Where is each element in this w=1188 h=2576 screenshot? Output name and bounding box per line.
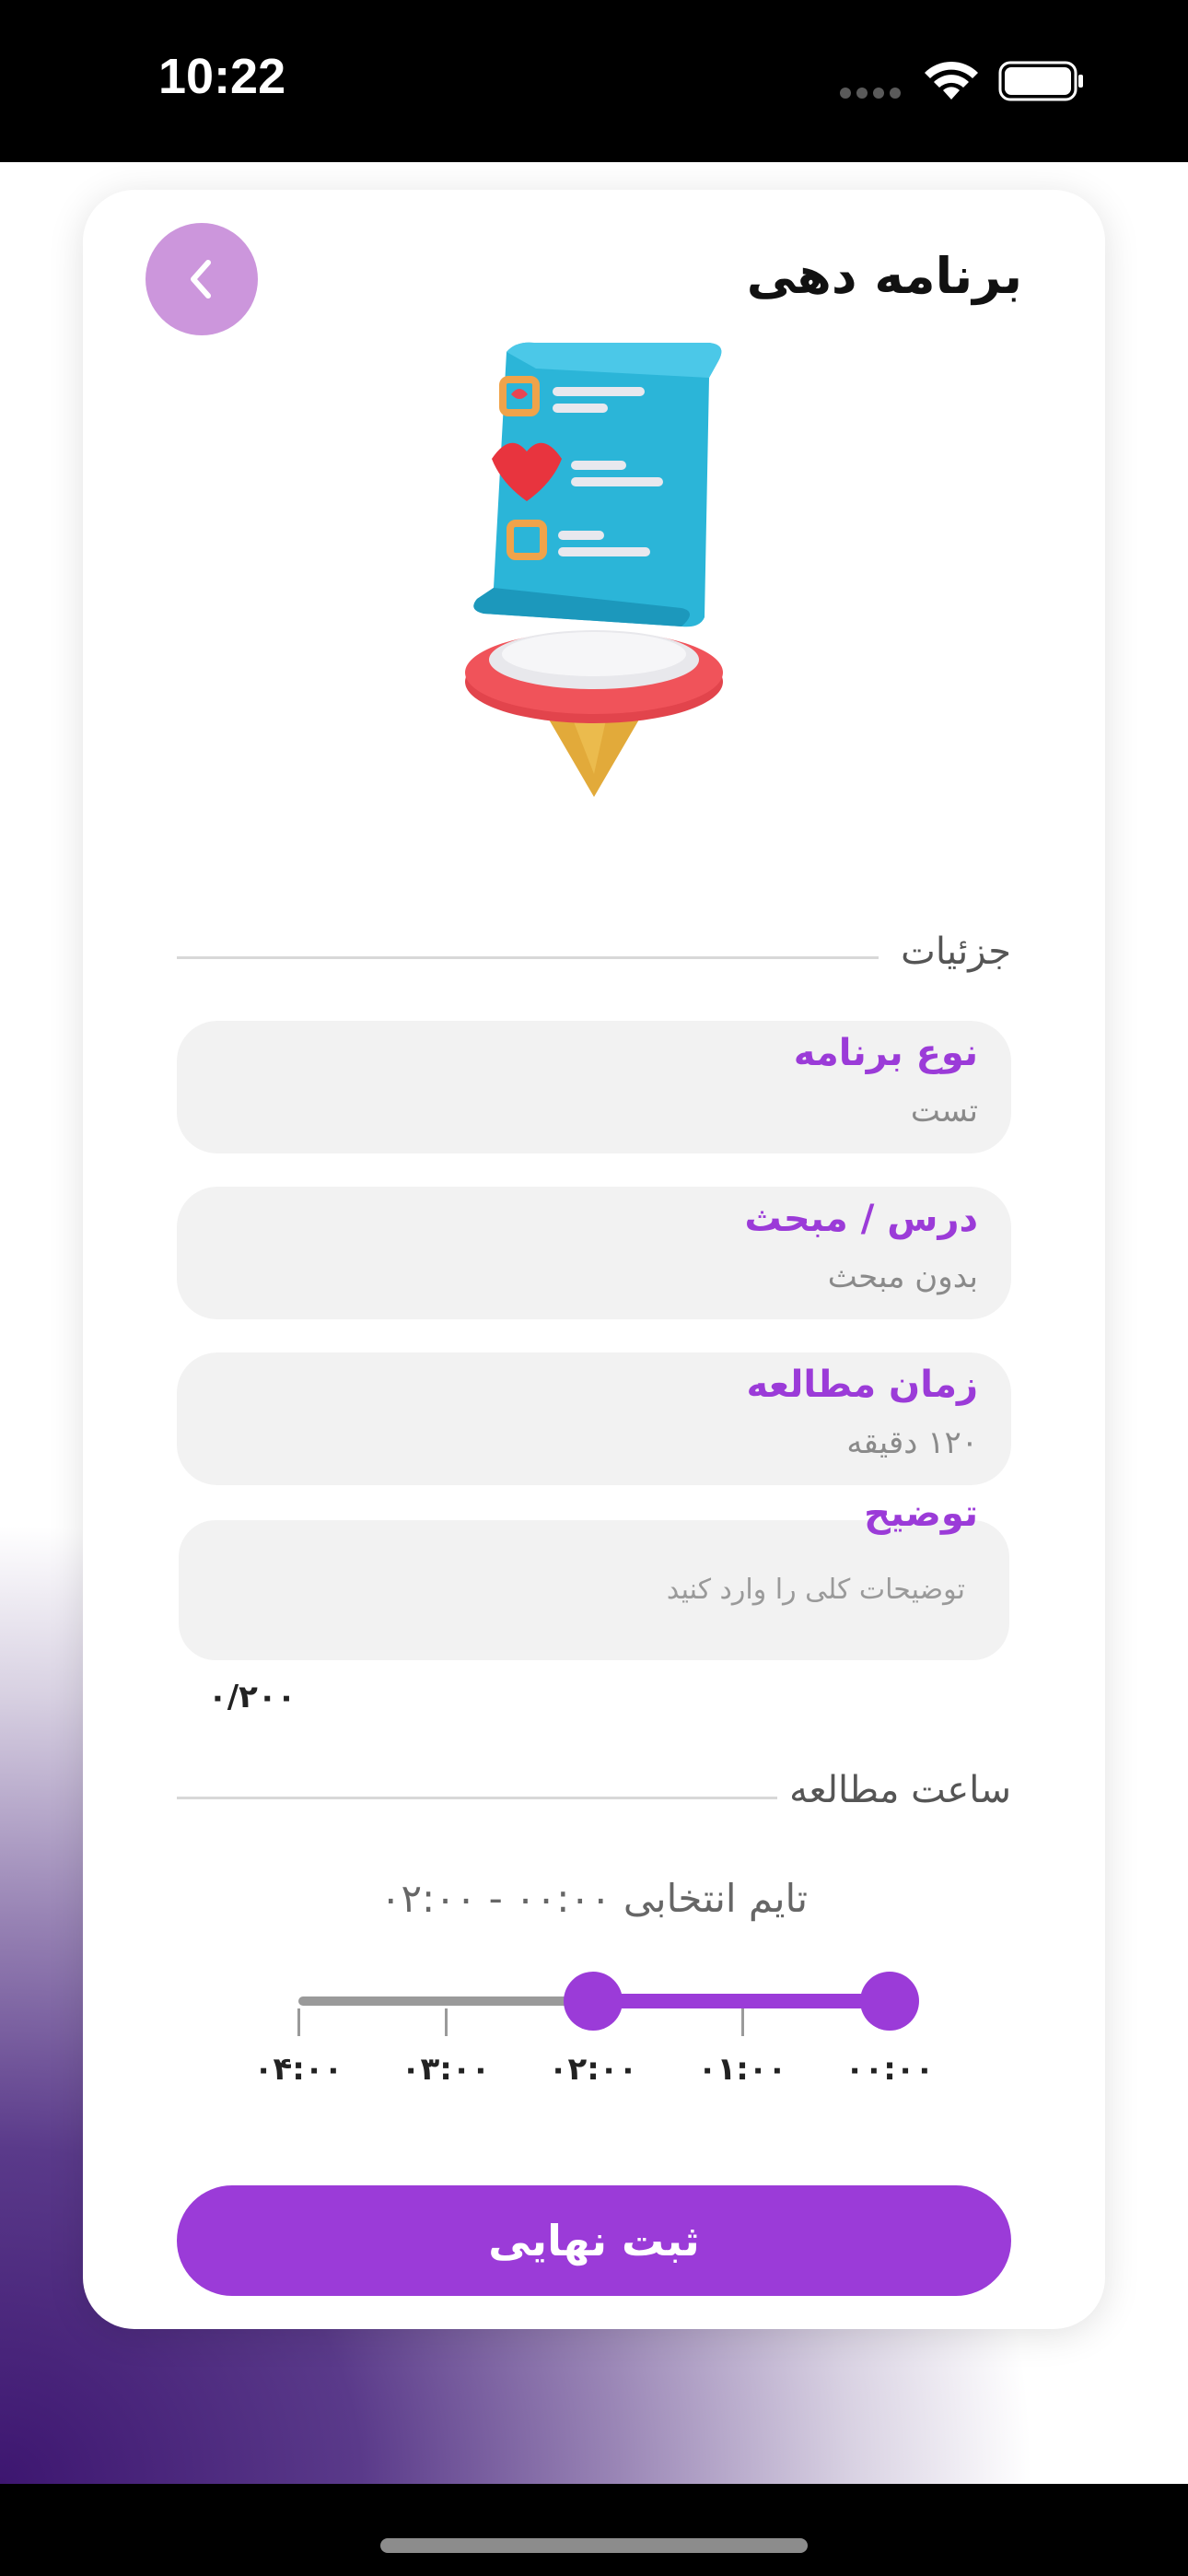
chevron-left-icon: [191, 260, 211, 299]
description-char-counter: ۰/۲۰۰: [208, 1679, 297, 1715]
program-type-label: نوع برنامه: [793, 1032, 978, 1074]
slider-tick: [297, 2008, 300, 2036]
submit-button[interactable]: ثبت نهایی: [177, 2185, 1011, 2296]
study-duration-label: زمان مطالعه: [746, 1364, 978, 1406]
cellular-signal-icon: [840, 85, 906, 99]
wifi-icon: [925, 61, 978, 100]
lesson-topic-label: درس / مبحث: [744, 1198, 978, 1240]
description-placeholder: توضیحات کلی را وارد کنید: [666, 1574, 965, 1606]
details-divider: [177, 956, 879, 959]
slider-tick-label: ۰۴:۰۰: [253, 2051, 344, 2088]
details-heading: جزئیات: [901, 931, 1011, 973]
description-label: توضیح: [864, 1493, 978, 1535]
page-title: برنامه دهی: [746, 247, 1022, 305]
time-slider-track[interactable]: [298, 1996, 593, 2006]
slider-thumb-end[interactable]: [564, 1972, 623, 2031]
slider-tick-label: ۰۳:۰۰: [401, 2051, 491, 2088]
slider-tick: [445, 2008, 448, 2036]
selected-time-summary: تایم انتخابی ۰۰:۰۰ - ۰۲:۰۰: [379, 1876, 809, 1921]
slider-thumb-start[interactable]: [860, 1972, 919, 2031]
lesson-topic-value: بدون مبحث: [827, 1259, 978, 1295]
home-indicator-area: [0, 2484, 1188, 2576]
battery-icon: [998, 61, 1083, 101]
slider-tick-label: ۰۱:۰۰: [697, 2051, 787, 2088]
program-type-value: تست: [910, 1093, 978, 1130]
time-slider-selected-range: [593, 1994, 890, 2008]
home-indicator[interactable]: [380, 2538, 808, 2553]
study-time-heading: ساعت مطالعه: [789, 1769, 1011, 1811]
slider-tick-label: ۰۲:۰۰: [548, 2051, 638, 2088]
slider-tick-label: ۰۰:۰۰: [844, 2051, 935, 2088]
study-time-divider: [177, 1797, 777, 1799]
back-button[interactable]: [146, 223, 258, 335]
status-time: 10:22: [158, 49, 286, 104]
schedule-list-illustration: [465, 342, 723, 797]
study-duration-value: ۱۲۰ دقیقه: [846, 1424, 978, 1461]
slider-tick: [741, 2008, 744, 2036]
